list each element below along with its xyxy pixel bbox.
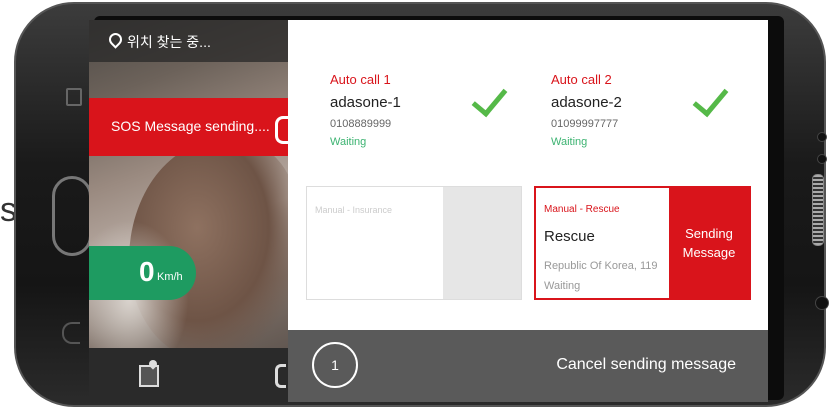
front-camera (815, 296, 829, 310)
call-status: Waiting (544, 280, 581, 292)
contact-location: Republic Of Korea, 119 (544, 260, 658, 272)
speed-value: 0 (139, 256, 155, 287)
sos-status-text: SOS Message sending.... (111, 118, 270, 134)
auto-call-label: Auto call 1 (330, 72, 391, 87)
check-icon (692, 79, 729, 118)
back-icon[interactable] (62, 322, 80, 344)
cancel-sending-bar[interactable]: 1 Cancel sending message (288, 330, 768, 402)
contact-name: adasone-2 (551, 94, 622, 111)
contact-name: Rescue (544, 228, 595, 245)
speed-unit: Km/h (157, 271, 183, 283)
call-status: Waiting (551, 136, 588, 148)
location-text: 위치 찾는 중... (127, 34, 211, 50)
sensor (817, 154, 827, 164)
recent-apps-icon[interactable] (66, 88, 82, 106)
sensor (817, 132, 827, 142)
auto-call-card[interactable]: Auto call 2 adasone-2 01099997777 Waitin… (551, 68, 751, 158)
manual-rescue-card[interactable]: Manual - Rescue Rescue Republic Of Korea… (534, 186, 751, 300)
camera-bottom-bar (89, 348, 288, 402)
manual-insurance-card[interactable]: Manual - Insurance (306, 186, 522, 300)
phone-icon (275, 116, 288, 144)
contact-number: 0108889999 (330, 118, 392, 130)
call-status: Waiting (330, 136, 367, 148)
camera-view: 위치 찾는 중... (89, 20, 288, 402)
check-icon (471, 79, 508, 118)
location-pin-icon (106, 30, 125, 49)
app-screen: 위치 찾는 중... SOS Message sending.... 0 Km/… (89, 20, 768, 402)
speaker-grille (812, 174, 824, 246)
auto-call-label: Auto call 2 (551, 72, 612, 87)
countdown-badge: 1 (312, 342, 358, 388)
contact-name: adasone-1 (330, 94, 401, 111)
sos-panel: Auto call 1 adasone-1 0108889999 Waiting… (288, 20, 768, 402)
cancel-sending-label: Cancel sending message (556, 356, 736, 373)
home-button[interactable] (52, 176, 92, 256)
map-icon[interactable] (139, 365, 159, 387)
auto-call-card[interactable]: Auto call 1 adasone-1 0108889999 Waiting (330, 68, 530, 158)
contact-number: 01099997777 (551, 118, 619, 130)
sos-status-pill[interactable]: SOS Message sending.... (89, 98, 316, 156)
speed-indicator: 0 Km/h (89, 246, 196, 300)
sending-message-button[interactable]: Sending Message (669, 188, 749, 298)
manual-insurance-label: Manual - Insurance (315, 205, 393, 215)
manual-insurance-action[interactable] (443, 187, 521, 299)
phone-icon[interactable] (275, 364, 286, 388)
manual-rescue-label: Manual - Rescue (544, 204, 620, 215)
location-status-bar: 위치 찾는 중... (89, 20, 288, 62)
